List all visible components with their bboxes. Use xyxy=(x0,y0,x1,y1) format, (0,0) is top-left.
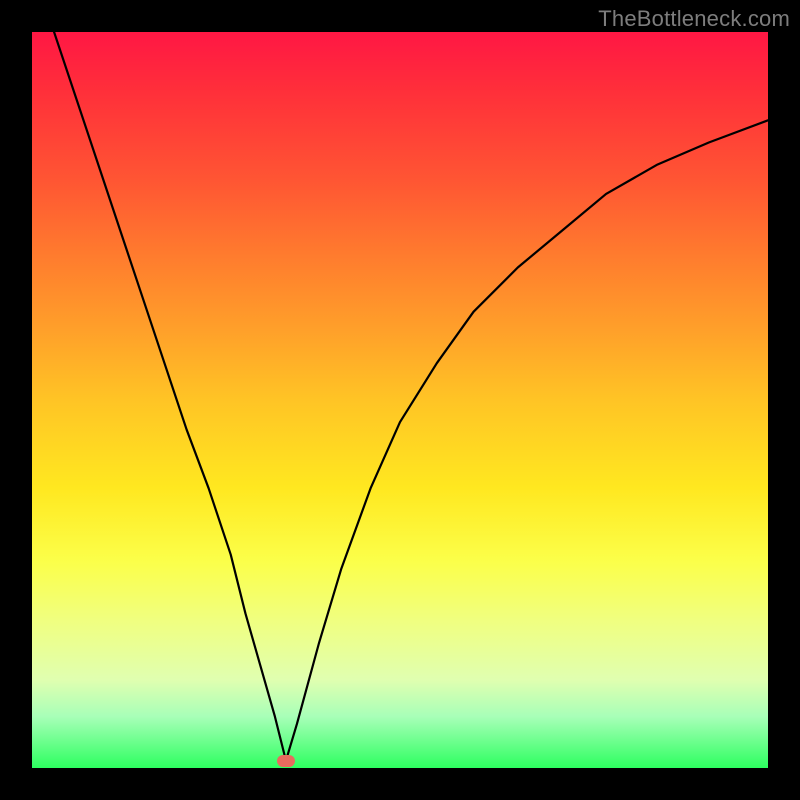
bottleneck-curve xyxy=(32,32,768,768)
optimal-point-marker xyxy=(277,755,295,767)
plot-area xyxy=(32,32,768,768)
watermark-text: TheBottleneck.com xyxy=(598,6,790,32)
chart-container: TheBottleneck.com xyxy=(0,0,800,800)
